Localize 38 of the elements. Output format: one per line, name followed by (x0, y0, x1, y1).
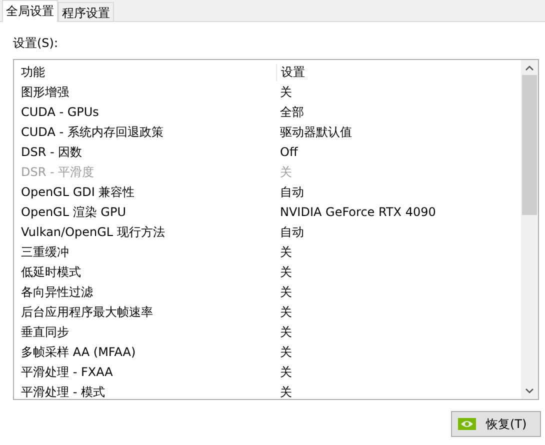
table-cell-text: 平滑处理 - FXAA (21, 364, 114, 380)
table-cell-text: 多帧采样 AA (MFAA) (21, 344, 137, 360)
table-cell-text: 三重缓冲 (21, 244, 70, 260)
table-cell-text: 关 (279, 164, 292, 180)
table-cell-text: OpenGL 渲染 GPU (21, 204, 127, 220)
table-cell-text: 自动 (279, 184, 304, 200)
table-cell-text: 后台应用程序最大帧速率 (21, 304, 154, 320)
table-cell-text: 图形增强 (21, 84, 70, 100)
table-cell-text: 关 (279, 344, 292, 360)
table-cell-text: 平滑处理 - 模式 (21, 384, 106, 400)
tab[interactable]: 程序设置 (58, 2, 114, 21)
table-cell-text: 垂直同步 (21, 324, 70, 340)
table-cell-text: CUDA - GPUs (21, 105, 100, 119)
table-cell-text: Off (279, 145, 298, 159)
tab[interactable]: 全局设置 (2, 0, 58, 22)
table-cell-text: 关 (279, 324, 292, 340)
table-cell-text: Vulkan/OpenGL 现行方法 (21, 224, 166, 240)
table-cell-text: CUDA - 系统内存回退政策 (21, 124, 164, 140)
table-cell-text: 关 (279, 284, 292, 300)
table-cell-text: NVIDIA GeForce RTX 4090 (279, 205, 436, 219)
table-cell-text: DSR - 平滑度 (21, 164, 96, 180)
table-cell-text: OpenGL GDI 兼容性 (21, 184, 136, 200)
table-cell-text: 关 (279, 384, 292, 400)
table-cell-text: 低延时模式 (21, 264, 82, 280)
table-cell-text: 全部 (279, 104, 304, 120)
settings-label: 设置(S): (13, 35, 60, 52)
column-header[interactable]: 设置 (276, 64, 305, 80)
table-cell-text: 关 (279, 364, 292, 380)
table-cell-text: 关 (279, 304, 292, 320)
table-cell-text: 自动 (279, 224, 304, 240)
column-header[interactable]: 功能 (21, 64, 276, 80)
table-cell-text: 各向异性过滤 (21, 284, 94, 300)
restore-button[interactable]: 恢复(T) (451, 411, 541, 437)
table-cell-text: 关 (279, 84, 292, 100)
table-cell-text: 驱动器默认值 (279, 124, 352, 140)
table-cell-text: DSR - 因数 (21, 144, 84, 160)
table-cell-text: 关 (279, 244, 292, 260)
table-cell-text: 关 (279, 264, 292, 280)
